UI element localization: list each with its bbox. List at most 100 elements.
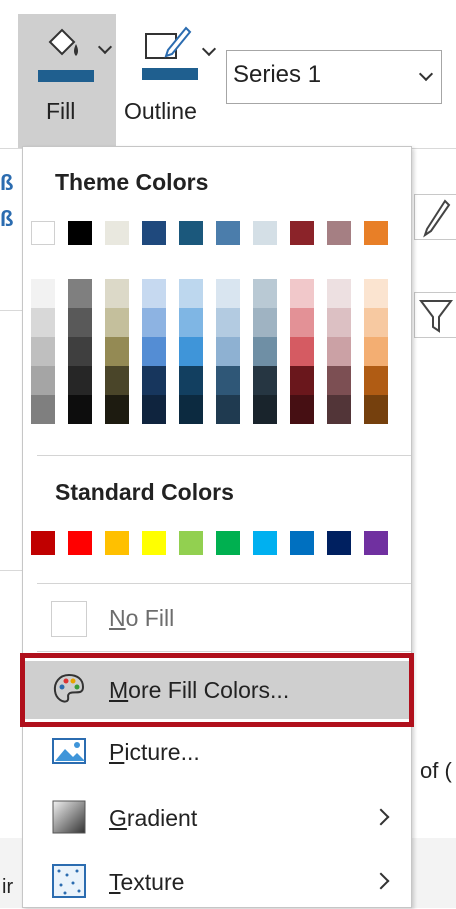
theme-shade-swatch[interactable] <box>216 366 240 395</box>
theme-shade-swatch[interactable] <box>290 395 314 424</box>
theme-shade-swatch[interactable] <box>179 279 203 308</box>
theme-shade-swatch[interactable] <box>142 308 166 337</box>
fill-button[interactable]: Fill <box>18 14 116 148</box>
theme-shade-swatch[interactable] <box>253 308 277 337</box>
theme-shade-swatch[interactable] <box>327 337 351 366</box>
theme-shade-swatch[interactable] <box>216 395 240 424</box>
theme-shade-swatch[interactable] <box>105 366 129 395</box>
texture-label: Texture <box>109 869 185 895</box>
theme-shade-swatch[interactable] <box>364 395 388 424</box>
standard-color-swatch[interactable] <box>253 531 277 555</box>
theme-shade-swatch[interactable] <box>364 337 388 366</box>
theme-color-swatch[interactable] <box>327 221 351 245</box>
theme-color-swatch[interactable] <box>216 221 240 245</box>
theme-shade-swatch[interactable] <box>290 308 314 337</box>
theme-shade-swatch[interactable] <box>290 366 314 395</box>
theme-shade-swatch[interactable] <box>253 395 277 424</box>
bg-divider <box>0 570 22 571</box>
theme-shade-swatch[interactable] <box>253 366 277 395</box>
theme-color-swatch[interactable] <box>364 221 388 245</box>
standard-colors-heading: Standard Colors <box>55 479 234 505</box>
bg-right-text: of ( <box>420 758 452 783</box>
paint-bucket-icon <box>48 28 78 56</box>
theme-shade-swatch[interactable] <box>31 366 55 395</box>
bg-pen-button[interactable] <box>414 194 456 240</box>
standard-color-swatch[interactable] <box>105 531 129 555</box>
theme-shade-swatch[interactable] <box>105 308 129 337</box>
separator <box>37 583 411 584</box>
picture-icon <box>52 738 86 764</box>
theme-shade-swatch[interactable] <box>327 279 351 308</box>
more-fill-colors-label: More Fill Colors... <box>109 677 290 703</box>
standard-color-swatch[interactable] <box>327 531 351 555</box>
bg-filter-button[interactable] <box>414 292 456 338</box>
theme-shade-swatch[interactable] <box>68 279 92 308</box>
theme-shade-swatch[interactable] <box>364 366 388 395</box>
theme-shade-swatch[interactable] <box>364 308 388 337</box>
theme-color-swatch[interactable] <box>31 221 55 245</box>
standard-color-swatch[interactable] <box>216 531 240 555</box>
filter-icon <box>419 300 453 333</box>
theme-shade-swatch[interactable] <box>179 395 203 424</box>
bg-edge-glyph: ß <box>0 206 14 231</box>
theme-shade-swatch[interactable] <box>68 337 92 366</box>
theme-shade-swatch[interactable] <box>179 308 203 337</box>
outline-button[interactable]: Outline <box>118 14 222 148</box>
theme-color-swatch[interactable] <box>179 221 203 245</box>
picture-item[interactable]: Picture... <box>23 725 411 783</box>
standard-color-swatch[interactable] <box>142 531 166 555</box>
theme-shade-swatch[interactable] <box>68 308 92 337</box>
no-fill-label: No Fill <box>109 605 175 631</box>
theme-shade-swatch[interactable] <box>142 337 166 366</box>
more-fill-colors-item[interactable]: More Fill Colors... <box>23 661 411 719</box>
standard-color-swatch[interactable] <box>364 531 388 555</box>
standard-color-swatch[interactable] <box>31 531 55 555</box>
theme-shade-swatch[interactable] <box>31 337 55 366</box>
bg-left-text: ir <box>2 876 14 898</box>
standard-color-swatch[interactable] <box>68 531 92 555</box>
theme-shade-swatch[interactable] <box>253 279 277 308</box>
theme-shade-swatch[interactable] <box>216 337 240 366</box>
theme-shade-swatch[interactable] <box>105 337 129 366</box>
theme-shade-swatch[interactable] <box>253 337 277 366</box>
theme-shade-swatch[interactable] <box>216 279 240 308</box>
gradient-item[interactable]: Gradient <box>23 789 411 847</box>
theme-shade-swatch[interactable] <box>105 395 129 424</box>
theme-shade-swatch[interactable] <box>31 279 55 308</box>
theme-shade-swatch[interactable] <box>179 337 203 366</box>
series-select-value: Series 1 <box>233 61 322 88</box>
theme-shade-swatch[interactable] <box>31 395 55 424</box>
theme-shade-swatch[interactable] <box>179 366 203 395</box>
theme-color-swatch[interactable] <box>68 221 92 245</box>
theme-shade-swatch[interactable] <box>364 279 388 308</box>
theme-shade-swatch[interactable] <box>290 337 314 366</box>
standard-color-swatch[interactable] <box>290 531 314 555</box>
outline-label: Outline <box>124 98 197 124</box>
theme-shade-swatch[interactable] <box>327 366 351 395</box>
theme-shade-swatch[interactable] <box>68 395 92 424</box>
theme-color-swatch[interactable] <box>105 221 129 245</box>
theme-shade-swatch[interactable] <box>327 308 351 337</box>
gradient-label: Gradient <box>109 805 198 831</box>
theme-shade-swatch[interactable] <box>68 366 92 395</box>
theme-color-swatch[interactable] <box>253 221 277 245</box>
theme-shade-swatch[interactable] <box>142 395 166 424</box>
theme-color-swatch[interactable] <box>290 221 314 245</box>
separator <box>37 651 411 652</box>
theme-shade-swatch[interactable] <box>105 279 129 308</box>
outline-chevron-down-icon <box>201 41 217 57</box>
texture-item[interactable]: Texture <box>23 851 411 909</box>
fill-dropdown-panel: Theme Colors Standard Colors No Fill Mor… <box>22 146 412 908</box>
theme-color-swatch[interactable] <box>142 221 166 245</box>
texture-chevron-right-icon <box>372 872 390 890</box>
theme-shade-swatch[interactable] <box>31 308 55 337</box>
theme-shade-swatch[interactable] <box>142 366 166 395</box>
palette-icon <box>53 673 85 703</box>
theme-shade-swatch[interactable] <box>327 395 351 424</box>
series-select[interactable]: Series 1 <box>226 50 442 104</box>
theme-shade-swatch[interactable] <box>290 279 314 308</box>
no-fill-item[interactable]: No Fill <box>23 589 411 647</box>
theme-shade-swatch[interactable] <box>142 279 166 308</box>
theme-shade-swatch[interactable] <box>216 308 240 337</box>
standard-color-swatch[interactable] <box>179 531 203 555</box>
